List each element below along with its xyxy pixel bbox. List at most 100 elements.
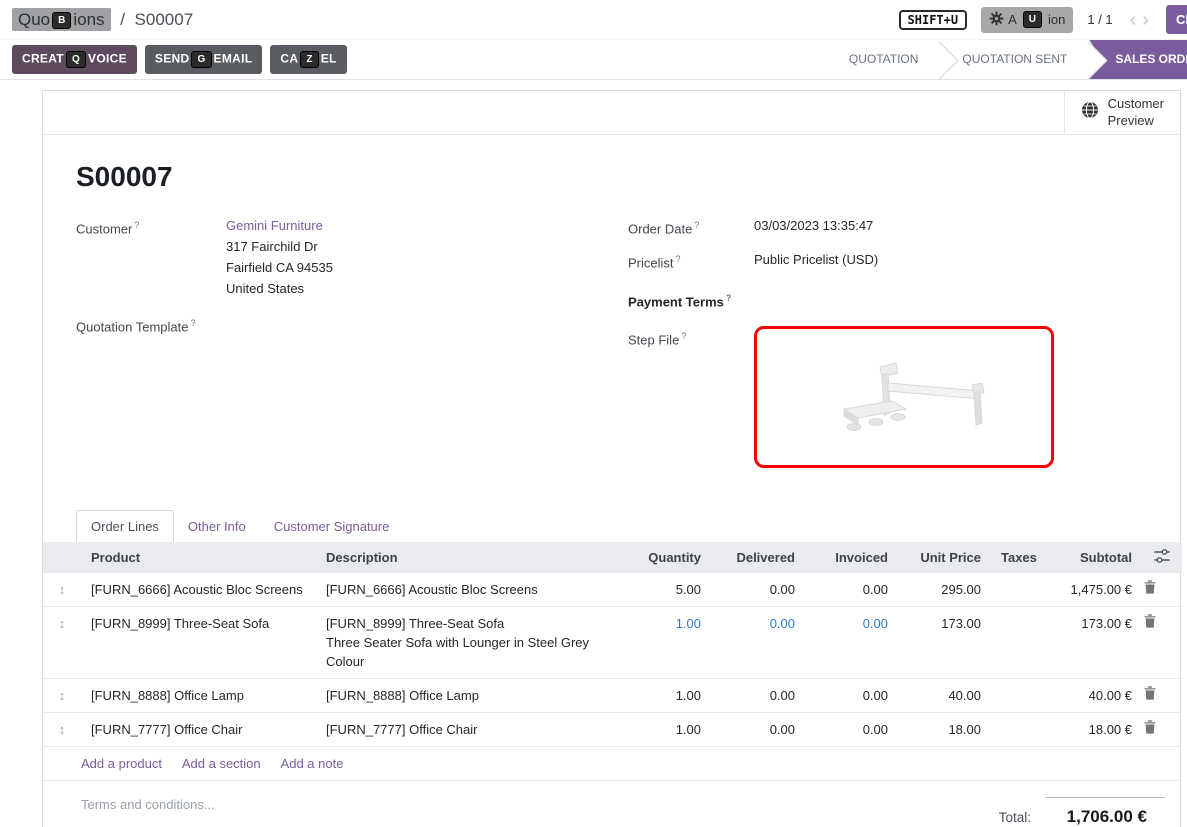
- hint-badge-g: G: [191, 51, 211, 68]
- pricelist-value: Public Pricelist (USD): [754, 249, 878, 273]
- hint-badge-q: Q: [66, 51, 86, 68]
- help-icon: ?: [134, 220, 139, 230]
- header-taxes: Taxes: [991, 542, 1039, 573]
- notebook-tabs: Order Lines Other Info Customer Signatur…: [43, 506, 1180, 542]
- customer-address-line1: 317 Fairchild Dr: [226, 236, 333, 257]
- cell-quantity: 1.00: [626, 712, 711, 746]
- table-row[interactable]: ↕ [FURN_6666] Acoustic Bloc Screens [FUR…: [43, 573, 1182, 607]
- cell-quantity: 1.00: [626, 678, 711, 712]
- breadcrumb-separator: /: [120, 10, 125, 29]
- optional-columns-icon[interactable]: [1142, 542, 1182, 573]
- help-icon: ?: [676, 254, 681, 264]
- cell-taxes: [991, 573, 1039, 607]
- field-label-step-file: Step File?: [628, 326, 754, 468]
- hint-badge-z: Z: [300, 51, 318, 68]
- page-title: S00007: [76, 161, 1147, 193]
- status-step-quotation[interactable]: QUOTATION: [827, 40, 941, 79]
- cell-unit-price: 40.00: [898, 678, 991, 712]
- add-note-link[interactable]: Add a note: [281, 756, 344, 771]
- tab-customer-signature[interactable]: Customer Signature: [260, 511, 404, 542]
- create-invoice-button[interactable]: CREATQVOICE: [12, 45, 137, 74]
- terms-placeholder[interactable]: Terms and conditions...: [81, 797, 215, 812]
- cell-description: [FURN_6666] Acoustic Bloc Screens: [316, 573, 626, 607]
- customer-preview-button[interactable]: CustomerPreview: [1064, 91, 1180, 135]
- totals-section: Total: 1,706.00 €: [999, 797, 1165, 827]
- header-invoiced: Invoiced: [805, 542, 898, 573]
- field-label-payment-terms: Payment Terms?: [628, 288, 754, 312]
- delete-line-button[interactable]: [1142, 573, 1182, 607]
- field-label-pricelist: Pricelist?: [628, 249, 754, 273]
- cell-unit-price: 18.00: [898, 712, 991, 746]
- delete-line-button[interactable]: [1142, 712, 1182, 746]
- breadcrumb-quotations[interactable]: QuoBions: [12, 8, 111, 31]
- gear-icon: [989, 11, 1004, 29]
- customer-field-value: Gemini Furniture 317 Fairchild Dr Fairfi…: [226, 215, 333, 299]
- send-email-button[interactable]: SENDGEMAIL: [145, 45, 262, 74]
- hint-badge-b: B: [52, 12, 71, 29]
- help-icon: ?: [191, 318, 196, 328]
- header-quantity: Quantity: [626, 542, 711, 573]
- order-date-value: 03/03/2023 13:35:47: [754, 215, 873, 239]
- customer-address-line3: United States: [226, 278, 333, 299]
- add-product-link[interactable]: Add a product: [81, 756, 162, 771]
- order-lines-table: Product Description Quantity Delivered I…: [43, 542, 1182, 747]
- cell-taxes: [991, 678, 1039, 712]
- cell-description: [FURN_8999] Three-Seat Sofa Three Seater…: [316, 606, 626, 678]
- step-file-3d-render: [784, 339, 1024, 455]
- form-sheet: CustomerPreview S00007 Customer? Gemini …: [42, 90, 1181, 827]
- step-file-image[interactable]: [754, 326, 1054, 468]
- cell-invoiced: 0.00: [805, 573, 898, 607]
- cell-product: [FURN_8888] Office Lamp: [81, 678, 316, 712]
- field-label-quotation-template: Quotation Template?: [76, 313, 226, 337]
- tab-other-info[interactable]: Other Info: [174, 511, 260, 542]
- cell-quantity: 5.00: [626, 573, 711, 607]
- help-icon: ?: [726, 293, 732, 303]
- cell-description: [FURN_8888] Office Lamp: [316, 678, 626, 712]
- field-label-order-date: Order Date?: [628, 215, 754, 239]
- table-row[interactable]: ↕ [FURN_7777] Office Chair [FURN_7777] O…: [43, 712, 1182, 746]
- table-header-row: Product Description Quantity Delivered I…: [43, 542, 1182, 573]
- cell-unit-price: 295.00: [898, 573, 991, 607]
- field-label-customer: Customer?: [76, 215, 226, 299]
- help-icon: ?: [694, 220, 699, 230]
- header-product: Product: [81, 542, 316, 573]
- top-bar: QuoBions / S00007 SHIFT+U AUion 1 / 1 ‹ …: [0, 0, 1187, 40]
- header-subtotal: Subtotal: [1039, 542, 1142, 573]
- cell-invoiced: 0.00: [805, 712, 898, 746]
- shortcut-hint-key: SHIFT+U: [899, 10, 968, 30]
- cell-subtotal: 18.00 €: [1039, 712, 1142, 746]
- help-icon: ?: [681, 331, 686, 341]
- breadcrumb-current: S00007: [135, 10, 194, 29]
- table-footer-links: Add a product Add a section Add a note: [43, 747, 1180, 781]
- delete-line-button[interactable]: [1142, 606, 1182, 678]
- cancel-button[interactable]: CAZEL: [270, 45, 346, 74]
- prev-page-button[interactable]: ‹: [1127, 10, 1140, 30]
- sheet-header-spacer: [43, 91, 1064, 135]
- cell-product: [FURN_7777] Office Chair: [81, 712, 316, 746]
- cell-product: [FURN_6666] Acoustic Bloc Screens: [81, 573, 316, 607]
- drag-handle-icon[interactable]: ↕: [43, 678, 81, 712]
- cell-delivered: 0.00: [711, 678, 805, 712]
- status-step-quotation-sent[interactable]: QUOTATION SENT: [940, 40, 1089, 79]
- table-row[interactable]: ↕ [FURN_8888] Office Lamp [FURN_8888] Of…: [43, 678, 1182, 712]
- tab-order-lines[interactable]: Order Lines: [76, 510, 174, 542]
- drag-handle-icon[interactable]: ↕: [43, 712, 81, 746]
- cell-invoiced: 0.00: [805, 606, 898, 678]
- customer-link[interactable]: Gemini Furniture: [226, 218, 323, 233]
- cell-delivered: 0.00: [711, 712, 805, 746]
- cell-description: [FURN_7777] Office Chair: [316, 712, 626, 746]
- cell-taxes: [991, 712, 1039, 746]
- cell-subtotal: 1,475.00 €: [1039, 573, 1142, 607]
- table-row[interactable]: ↕ [FURN_8999] Three-Seat Sofa [FURN_8999…: [43, 606, 1182, 678]
- corner-cut-button[interactable]: Cl: [1166, 5, 1187, 34]
- cell-unit-price: 173.00: [898, 606, 991, 678]
- cell-delivered: 0.00: [711, 573, 805, 607]
- drag-handle-icon[interactable]: ↕: [43, 606, 81, 678]
- add-section-link[interactable]: Add a section: [182, 756, 261, 771]
- delete-line-button[interactable]: [1142, 678, 1182, 712]
- action-menu-button[interactable]: AUion: [981, 7, 1073, 33]
- header-delivered: Delivered: [711, 542, 805, 573]
- next-page-button[interactable]: ›: [1139, 10, 1152, 30]
- customer-address-line2: Fairfield CA 94535: [226, 257, 333, 278]
- drag-handle-icon[interactable]: ↕: [43, 573, 81, 607]
